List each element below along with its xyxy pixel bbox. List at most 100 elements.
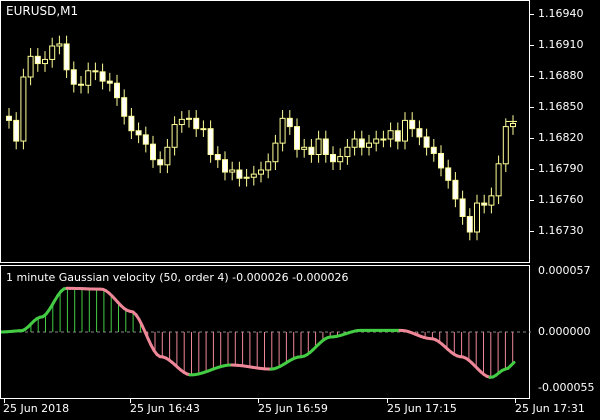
candle-body (106, 80, 113, 84)
time-label: 25 Jun 16:43 (130, 402, 200, 415)
candle-body (99, 71, 106, 82)
candle-body (315, 138, 322, 155)
candle-body (301, 146, 308, 150)
candle-body (121, 97, 128, 117)
price-level-label: 1.16820 (538, 131, 584, 144)
price-level-label: 1.16940 (538, 7, 584, 20)
candle-body (351, 138, 358, 148)
candle-body (366, 142, 372, 148)
candle-body (265, 161, 272, 171)
candle-body (157, 159, 164, 166)
candle-body (128, 115, 135, 132)
candle-body (222, 159, 228, 173)
candle-body (193, 117, 200, 130)
candle-body (286, 117, 293, 128)
price-tick (530, 169, 534, 170)
price-tick (530, 45, 534, 46)
price-level-label: 1.16910 (538, 38, 584, 51)
candle-body (474, 202, 480, 233)
candle-body (243, 176, 250, 179)
symbol-label: EURUSD,M1 (6, 4, 79, 18)
candle-body (495, 163, 502, 197)
gaussian-velocity-histogram (1, 286, 531, 379)
candle-body (373, 138, 380, 144)
candle-body (207, 128, 214, 155)
candle-body (510, 123, 516, 128)
candle-body (229, 169, 236, 173)
velocity-line (509, 360, 516, 367)
indicator-label: 1 minute Gaussian velocity (50, order 4)… (6, 271, 349, 284)
candle-body (20, 76, 27, 142)
candle-body (135, 130, 142, 136)
candle-body (178, 118, 185, 126)
candle-body (85, 70, 92, 86)
candle-body (402, 119, 408, 142)
price-tick (530, 138, 534, 139)
candle-body (49, 45, 56, 60)
candle-body (502, 126, 509, 165)
price-level-label: 1.16730 (538, 224, 584, 237)
price-tick (530, 107, 534, 108)
candle-body (200, 128, 207, 131)
price-chart-pane[interactable]: EURUSD,M1 (0, 0, 530, 263)
candlestick-chart (6, 35, 517, 241)
candle-body (322, 138, 329, 155)
candle-body (63, 43, 70, 71)
candle-body (294, 126, 300, 150)
candle-body (34, 55, 41, 65)
candle-body (142, 134, 149, 145)
candle-body (236, 169, 243, 179)
candle-body (481, 202, 488, 206)
time-label: 25 Jun 17:31 (515, 402, 585, 415)
candle-body (330, 154, 336, 163)
candle-body (250, 173, 257, 178)
price-level-label: 1.16790 (538, 162, 584, 175)
candle-body (452, 179, 459, 200)
candle-body (430, 146, 437, 154)
indicator-level-label: 0.000057 (538, 264, 591, 277)
candle-body (70, 69, 77, 85)
candle-body (92, 70, 99, 73)
candle-body (214, 154, 221, 161)
time-label: 25 Jun 16:59 (258, 402, 328, 415)
indicator-pane[interactable]: 1 minute Gaussian velocity (50, order 4)… (0, 265, 531, 399)
candle-body (272, 142, 279, 163)
candle-body (13, 119, 20, 142)
candle-body (394, 130, 401, 142)
price-tick (530, 200, 534, 201)
candle-body (42, 58, 48, 65)
candle-body (164, 146, 171, 166)
candle-body (78, 83, 84, 86)
indicator-level-label: 0.000000 (538, 325, 591, 338)
candle-body (56, 43, 63, 47)
price-level-label: 1.16880 (538, 69, 584, 82)
candle-body (308, 146, 315, 155)
candle-body (171, 124, 178, 148)
candle-body (344, 146, 351, 158)
price-tick (530, 14, 534, 15)
price-level-label: 1.16850 (538, 100, 584, 113)
price-tick (530, 76, 534, 77)
candle-body (416, 128, 423, 138)
candle-body (438, 152, 444, 169)
candle-body (337, 156, 344, 163)
candle-body (114, 82, 120, 99)
candle-body (466, 216, 473, 233)
candle-body (488, 195, 495, 206)
candle-body (6, 115, 12, 121)
time-label: 25 Jun 17:15 (387, 402, 457, 415)
candle-body (445, 167, 452, 181)
candle-body (380, 138, 387, 141)
candle-body (27, 55, 34, 78)
indicator-level-label: -0.000055 (538, 381, 595, 394)
candle-body (459, 198, 466, 217)
candle-body (409, 119, 416, 130)
time-label: 25 Jun 2018 (3, 402, 70, 415)
price-tick (530, 231, 534, 232)
candle-body (279, 117, 286, 144)
candle-body (358, 138, 365, 148)
candle-body (387, 130, 394, 140)
candle-body (423, 136, 430, 148)
candle-body (186, 117, 192, 120)
candle-body (150, 143, 156, 161)
